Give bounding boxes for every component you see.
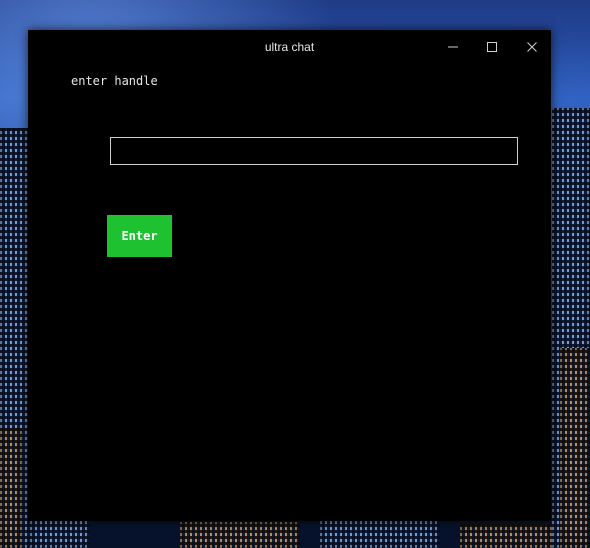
close-icon <box>527 42 537 52</box>
window-title: ultra chat <box>264 40 315 54</box>
minimize-icon <box>448 46 458 48</box>
handle-input[interactable] <box>110 137 518 165</box>
handle-label: enter handle <box>71 74 158 88</box>
maximize-button[interactable] <box>479 37 505 57</box>
close-button[interactable] <box>519 37 545 57</box>
title-bar[interactable]: ultra chat <box>28 30 551 64</box>
minimize-button[interactable] <box>440 37 466 57</box>
enter-button[interactable]: Enter <box>107 215 172 257</box>
app-window: ultra chat enter handle Enter <box>28 30 551 521</box>
maximize-icon <box>487 42 497 52</box>
